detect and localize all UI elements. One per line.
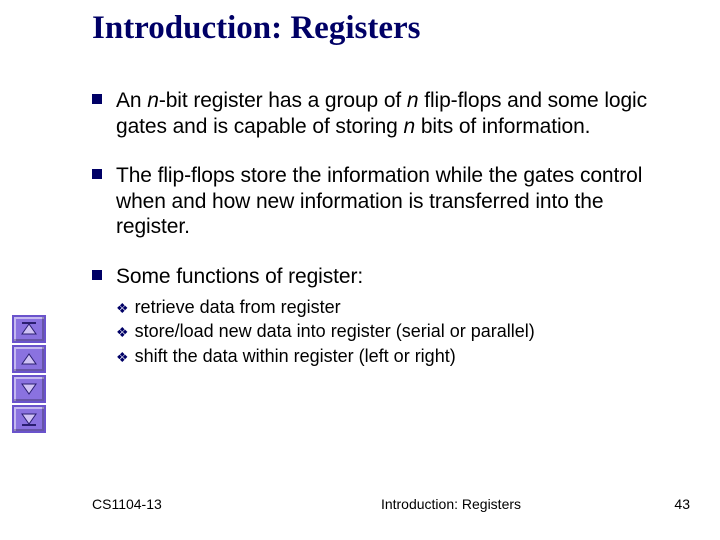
italic-n: n (147, 89, 159, 112)
bullet-item: The flip-flops store the information whi… (92, 163, 652, 240)
content-area: An n-bit register has a group of n flip-… (92, 88, 652, 369)
bullet-item: Some functions of register: (92, 264, 652, 290)
bullet-text-1: An n-bit register has a group of n flip-… (116, 88, 652, 139)
square-bullet-icon (92, 270, 102, 280)
page-title: Introduction: Registers (92, 10, 420, 47)
square-bullet-icon (92, 169, 102, 179)
sub-bullet-list: ❖ retrieve data from register ❖ store/lo… (116, 296, 652, 368)
slide-footer: CS1104-13 Introduction: Registers 43 (92, 496, 690, 512)
nav-first-button[interactable] (12, 315, 46, 343)
diamond-bullet-icon: ❖ (116, 300, 129, 317)
nav-prev-icon (20, 352, 38, 366)
italic-n: n (407, 89, 419, 112)
nav-last-button[interactable] (12, 405, 46, 433)
bullet-text-2: The flip-flops store the information whi… (116, 163, 652, 240)
nav-next-icon (20, 382, 38, 396)
footer-page-number: 43 (630, 496, 690, 512)
square-bullet-icon (92, 94, 102, 104)
slide: Introduction: Registers An n-bit registe… (0, 0, 720, 540)
sub-bullet-text: store/load new data into register (seria… (135, 320, 535, 343)
bullet-text-3: Some functions of register: (116, 264, 363, 290)
diamond-bullet-icon: ❖ (116, 349, 129, 366)
bullet-item: An n-bit register has a group of n flip-… (92, 88, 652, 139)
text-frag: An (116, 89, 147, 112)
nav-last-icon (20, 412, 38, 426)
sub-bullet-text: retrieve data from register (135, 296, 341, 319)
sub-bullet-item: ❖ shift the data within register (left o… (116, 345, 652, 368)
footer-slide-title: Introduction: Registers (272, 496, 630, 512)
diamond-bullet-icon: ❖ (116, 324, 129, 341)
navigation-widget (12, 315, 46, 435)
nav-first-icon (20, 322, 38, 336)
nav-prev-button[interactable] (12, 345, 46, 373)
footer-course-code: CS1104-13 (92, 496, 272, 512)
text-frag: -bit register has a group of (159, 89, 407, 112)
sub-bullet-item: ❖ store/load new data into register (ser… (116, 320, 652, 343)
nav-next-button[interactable] (12, 375, 46, 403)
italic-n: n (404, 115, 416, 138)
text-frag: bits of information. (415, 115, 590, 138)
sub-bullet-item: ❖ retrieve data from register (116, 296, 652, 319)
sub-bullet-text: shift the data within register (left or … (135, 345, 456, 368)
